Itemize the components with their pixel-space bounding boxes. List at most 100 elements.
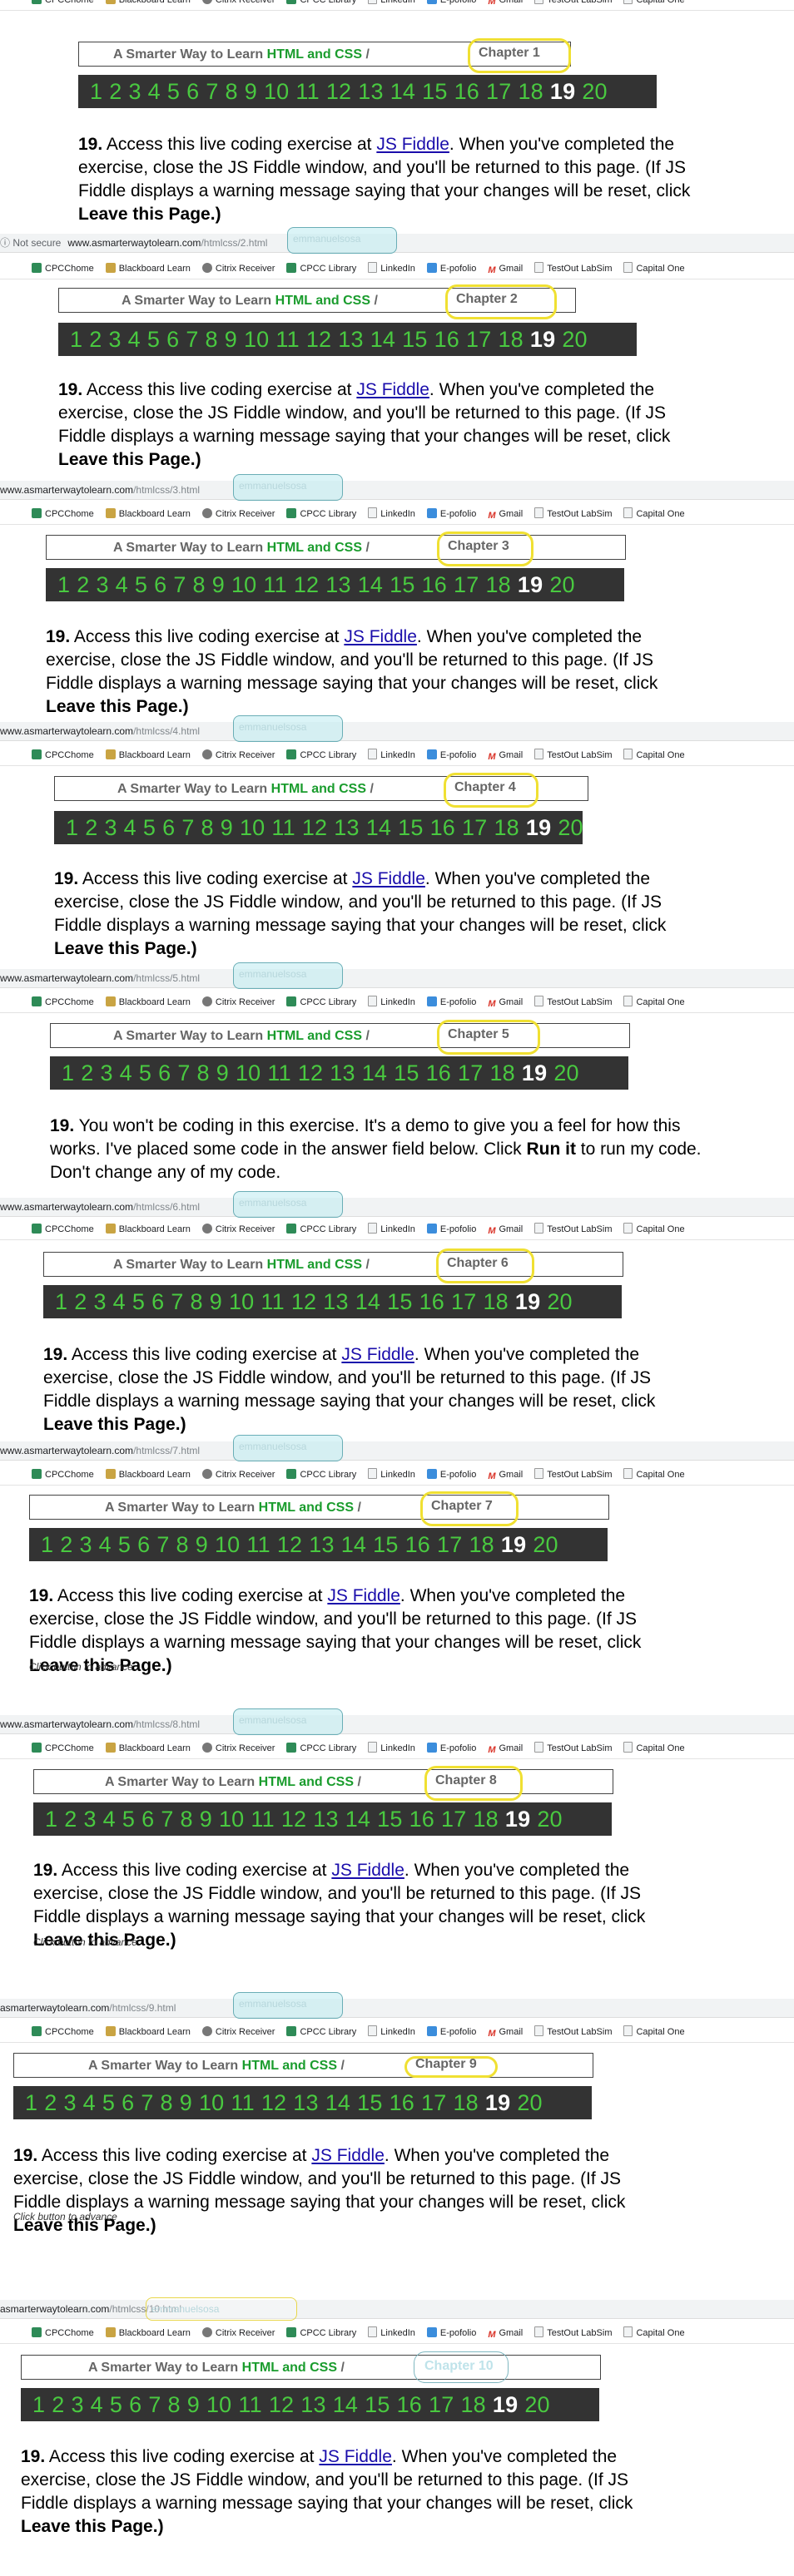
bookmark-cpcchome[interactable]: CPCChome — [32, 2327, 94, 2338]
exercise-number-link[interactable]: 12 — [277, 1532, 302, 1557]
exercise-number-link[interactable]: 20 — [562, 327, 587, 352]
exercise-number-link[interactable]: 6 — [122, 2090, 134, 2115]
bookmark-testout-labsim[interactable]: TestOut LabSim — [534, 1223, 612, 1234]
exercise-number-link[interactable]: 2 — [89, 327, 102, 352]
exercise-number-link[interactable]: 12 — [326, 79, 351, 104]
exercise-number-link[interactable]: 10 — [231, 572, 256, 597]
exercise-number-link[interactable]: 13 — [293, 2090, 318, 2115]
exercise-number-link[interactable]: 8 — [193, 572, 206, 597]
exercise-number-link[interactable]: 17 — [454, 572, 479, 597]
exercise-number-link[interactable]: 19 — [550, 79, 575, 104]
exercise-number-link[interactable]: 9 — [245, 79, 257, 104]
address-bar[interactable]: www.asmarterwaytolearn.com/htmlcss/6.htm… — [0, 1191, 794, 1218]
exercise-number-link[interactable]: 19 — [522, 1061, 547, 1085]
bookmark-cpcc-library[interactable]: CPCC Library — [286, 1224, 356, 1234]
bookmark-linkedin[interactable]: LinkedIn — [368, 1742, 415, 1753]
address-bar[interactable]: www.asmarterwaytolearn.com/htmlcss/8.htm… — [0, 1708, 794, 1735]
bookmark-gmail[interactable]: M Gmail — [488, 1743, 523, 1755]
exercise-number-link[interactable]: 5 — [132, 1289, 145, 1314]
exercise-number-link[interactable]: 17 — [451, 1289, 476, 1314]
bookmark-capital-one[interactable]: Capital One — [623, 2025, 685, 2037]
exercise-number-link[interactable]: 7 — [181, 815, 194, 840]
exercise-number-link[interactable]: 10 — [244, 327, 269, 352]
exercise-number-link[interactable]: 10 — [236, 1061, 261, 1085]
exercise-number-link[interactable]: 1 — [66, 815, 78, 840]
exercise-number-link[interactable]: 1 — [32, 2392, 45, 2417]
exercise-number-link[interactable]: 6 — [186, 79, 199, 104]
exercise-number-link[interactable]: 9 — [180, 2090, 192, 2115]
bookmark-citrix-receiver[interactable]: Citrix Receiver — [201, 996, 275, 1007]
exercise-number-link[interactable]: 10 — [219, 1807, 244, 1832]
exercise-number-link[interactable]: 20 — [524, 2392, 549, 2417]
bookmark-linkedin[interactable]: LinkedIn — [368, 996, 415, 1007]
bookmark-cpcchome[interactable]: CPCChome — [32, 1469, 94, 1480]
exercise-number-link[interactable]: 5 — [102, 2090, 115, 2115]
bookmark-gmail[interactable]: M Gmail — [488, 1470, 523, 1481]
exercise-number-link[interactable]: 3 — [100, 1061, 112, 1085]
bookmark-testout-labsim[interactable]: TestOut LabSim — [534, 507, 612, 519]
exercise-number-link[interactable]: 4 — [99, 1532, 112, 1557]
exercise-number-link[interactable]: 11 — [231, 2090, 254, 2115]
exercise-number-link[interactable]: 16 — [454, 79, 479, 104]
exercise-number-link[interactable]: 16 — [405, 1532, 430, 1557]
exercise-number-link[interactable]: 13 — [323, 1289, 348, 1314]
bookmark-testout-labsim[interactable]: TestOut LabSim — [534, 1742, 612, 1753]
exercise-number-link[interactable]: 16 — [390, 2090, 414, 2115]
exercise-number-link[interactable]: 14 — [366, 815, 391, 840]
exercise-number-link[interactable]: 5 — [147, 327, 160, 352]
bookmark-gmail[interactable]: M Gmail — [488, 264, 523, 275]
bookmark-capital-one[interactable]: Capital One — [623, 1742, 685, 1753]
exercise-number-link[interactable]: 2 — [44, 2090, 57, 2115]
bookmark-cpcc-library[interactable]: CPCC Library — [286, 2026, 356, 2037]
exercise-number-link[interactable]: 13 — [313, 1807, 338, 1832]
bookmark-citrix-receiver[interactable]: Citrix Receiver — [201, 2026, 275, 2037]
bookmark-citrix-receiver[interactable]: Citrix Receiver — [201, 508, 275, 519]
bookmark-linkedin[interactable]: LinkedIn — [368, 507, 415, 519]
exercise-number-link[interactable]: 5 — [143, 815, 156, 840]
exercise-number-link[interactable]: 15 — [387, 1289, 412, 1314]
exercise-number-link[interactable]: 4 — [103, 1807, 116, 1832]
exercise-number-link[interactable]: 17 — [462, 815, 487, 840]
bookmark-cpcchome[interactable]: CPCChome — [32, 1743, 94, 1753]
exercise-number-link[interactable]: 1 — [70, 327, 82, 352]
exercise-number-link[interactable]: 6 — [137, 1532, 150, 1557]
exercise-number-link[interactable]: 19 — [526, 815, 551, 840]
exercise-number-link[interactable]: 5 — [110, 2392, 122, 2417]
exercise-number-link[interactable]: 15 — [398, 815, 423, 840]
exercise-number-link[interactable]: 6 — [151, 1289, 164, 1314]
bookmark-gmail[interactable]: M Gmail — [488, 0, 523, 7]
address-bar[interactable]: ⓘ Not secure www.asmarterwaytolearn.com/h… — [0, 227, 794, 254]
bookmark-gmail[interactable]: M Gmail — [488, 2328, 523, 2340]
exercise-number-link[interactable]: 12 — [269, 2392, 294, 2417]
exercise-number-link[interactable]: 3 — [128, 79, 141, 104]
exercise-number-link[interactable]: 10 — [206, 2392, 231, 2417]
exercise-number-link[interactable]: 1 — [55, 1289, 67, 1314]
exercise-number-link[interactable]: 20 — [582, 79, 607, 104]
bookmark-linkedin[interactable]: LinkedIn — [368, 1468, 415, 1480]
exercise-number-link[interactable]: 14 — [333, 2392, 358, 2417]
bookmark-cpcc-library[interactable]: CPCC Library — [286, 1469, 356, 1480]
bookmark-cpcchome[interactable]: CPCChome — [32, 1224, 94, 1234]
bookmark-citrix-receiver[interactable]: Citrix Receiver — [201, 749, 275, 760]
exercise-number-link[interactable]: 18 — [460, 2392, 485, 2417]
exercise-number-link[interactable]: 2 — [74, 1289, 87, 1314]
bookmark-cpcc-library[interactable]: CPCC Library — [286, 996, 356, 1007]
bookmark-cpcc-library[interactable]: CPCC Library — [286, 263, 356, 274]
exercise-number-link[interactable]: 20 — [537, 1807, 562, 1832]
exercise-number-link[interactable]: 20 — [549, 572, 574, 597]
exercise-number-link[interactable]: 12 — [294, 572, 319, 597]
exercise-number-link[interactable]: 17 — [421, 2090, 446, 2115]
exercise-number-link[interactable]: 4 — [120, 1061, 132, 1085]
exercise-number-link[interactable]: 1 — [90, 79, 102, 104]
bookmark-testout-labsim[interactable]: TestOut LabSim — [534, 749, 612, 760]
address-bar[interactable]: www.asmarterwaytolearn.com/htmlcss/5.htm… — [0, 962, 794, 989]
exercise-number-link[interactable]: 12 — [291, 1289, 316, 1314]
exercise-number-link[interactable]: 3 — [96, 572, 108, 597]
exercise-number-link[interactable]: 1 — [41, 1532, 53, 1557]
exercise-number-link[interactable]: 13 — [334, 815, 359, 840]
exercise-number-link[interactable]: 14 — [362, 1061, 387, 1085]
bookmark-e-pofolio[interactable]: E-pofolio — [426, 263, 476, 274]
exercise-number-link[interactable]: 14 — [370, 327, 395, 352]
bookmark-cpcchome[interactable]: CPCChome — [32, 749, 94, 760]
exercise-number-link[interactable]: 3 — [104, 815, 117, 840]
